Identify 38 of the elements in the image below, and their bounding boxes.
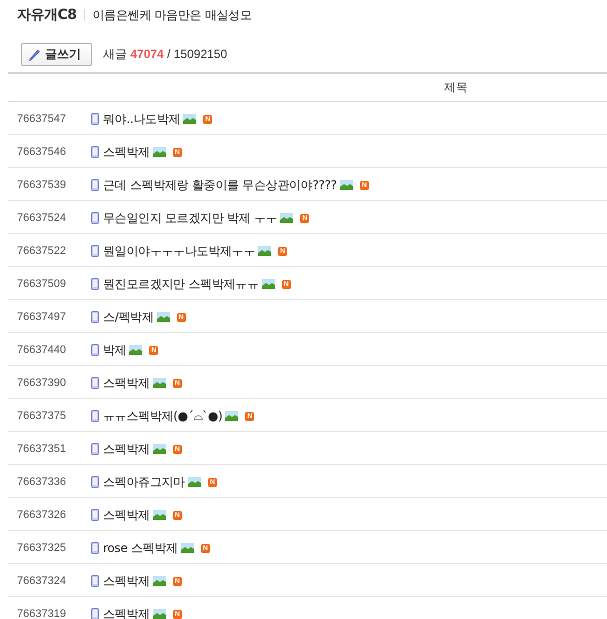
post-number: 76637497 [17,311,66,323]
post-title-link[interactable]: 박제 [103,342,126,358]
post-title-link[interactable]: 근데 스펙박제랑 활중이를 무슨상관이야???? [103,176,337,194]
post-title-link[interactable]: 무슨일인지 모르겠지만 박제 ㅜㅜ [103,210,278,226]
pencil-icon [28,48,40,60]
post-number: 76637546 [17,146,66,158]
post-title-link[interactable]: 뭔일이야ㅜㅜㅜ나도박제ㅜㅜ [103,242,256,260]
post-title-link[interactable]: rose 스펙박제 [103,540,178,556]
post-number: 76637390 [17,377,66,389]
post-number: 76637324 [17,575,66,587]
post-number: 76637351 [17,443,66,455]
post-title-link[interactable]: 뭔진모르겠지만 스펙박제ㅠㅠ [103,276,259,292]
post-number: 76637547 [17,113,66,125]
post-number: 76637319 [17,608,66,619]
post-number: 76637326 [17,509,66,521]
post-title-link[interactable]: 스/펙박제 [103,308,154,326]
post-number: 76637539 [17,179,66,191]
post-count: 새글 47074 / 15092150 [103,46,228,63]
post-title-link[interactable]: 스펙박제 [103,572,150,590]
post-title-link[interactable]: 스펙박제 [103,606,150,619]
post-number: 76637336 [17,476,66,488]
post-title-link[interactable]: 스펙아쥬그지마 [103,474,185,490]
post-number: 76637325 [17,542,66,554]
post-title-link[interactable]: 스펙박제 [103,440,150,458]
write-button[interactable]: 글쓰기 [21,43,92,66]
board-subtitle: 이름은쎈케 마음만은 매실성모 [92,6,252,24]
post-number: 76637375 [17,410,66,422]
post-title-link[interactable]: 뭐야..나도박제 [103,110,180,128]
post-title-link[interactable]: 스펙박제 [103,506,150,524]
post-number: 76637522 [17,245,66,257]
post-title-link[interactable]: 스팩박제 [103,374,150,392]
board-title: 자유개C8 [17,6,77,24]
post-title-link[interactable]: 스펙박제 [103,144,150,160]
post-number: 76637440 [17,344,66,356]
column-header: 제목 [444,80,469,95]
post-number: 76637509 [17,278,66,290]
post-number: 76637524 [17,212,66,224]
post-title-link[interactable]: ㅠㅠ스펙박제(●´⌓`●) [103,408,222,424]
